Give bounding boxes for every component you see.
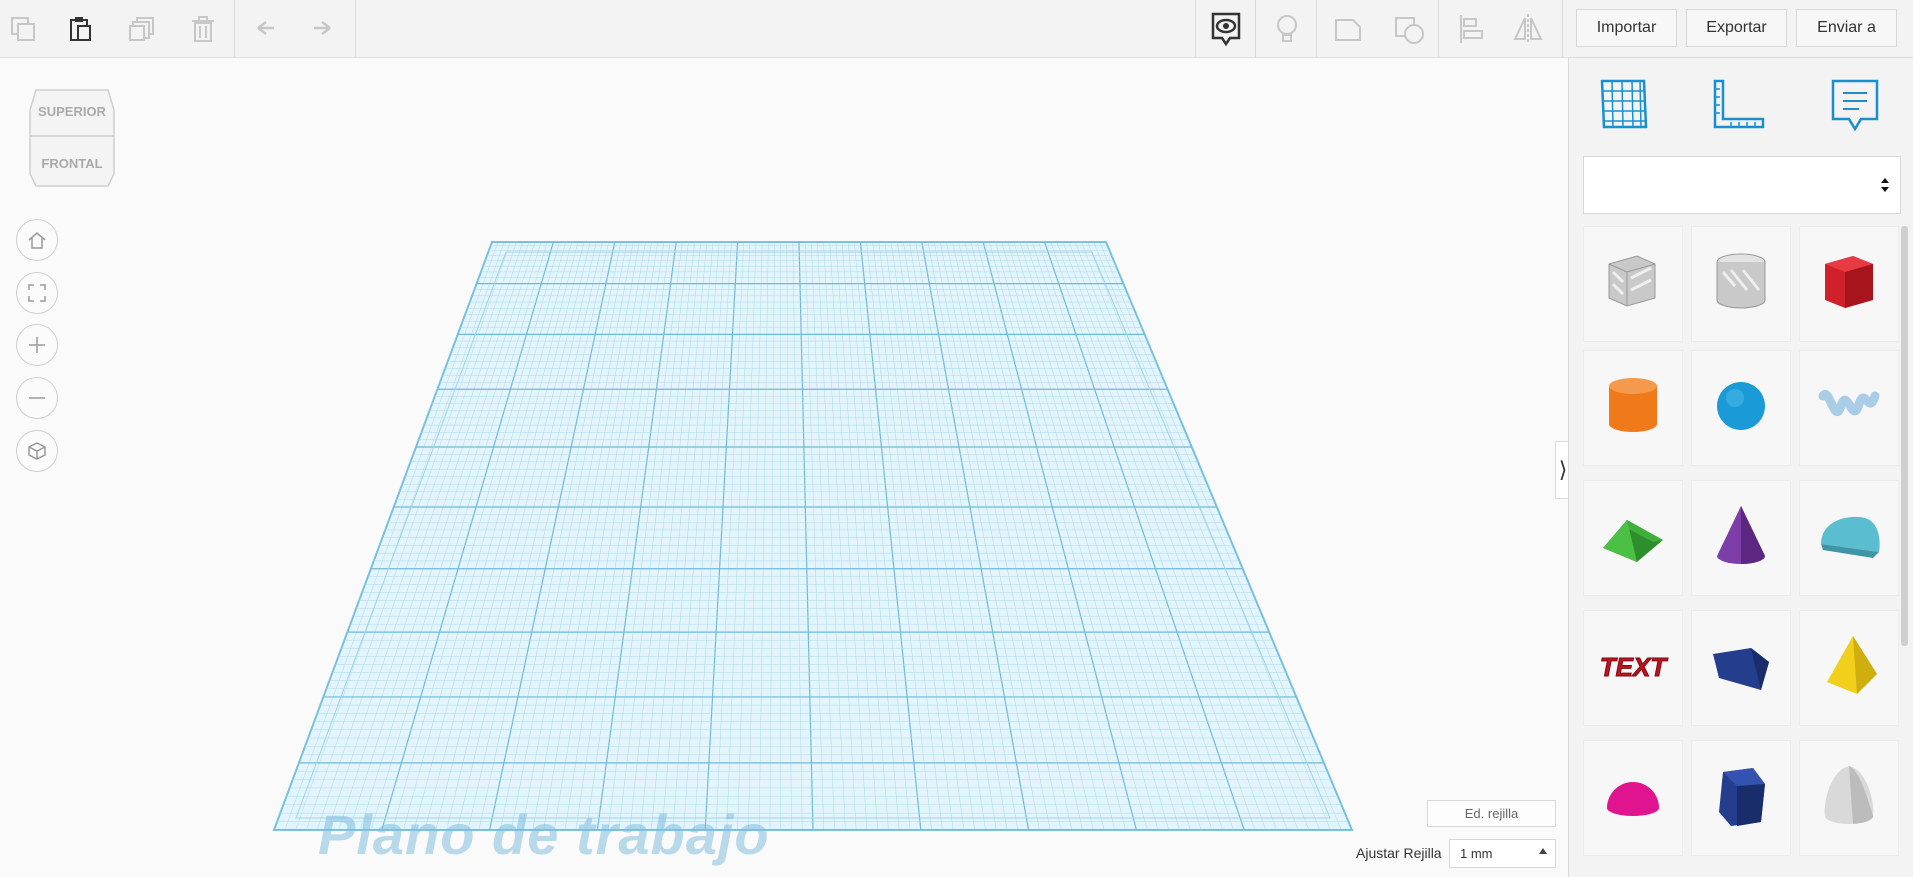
perspective-button[interactable] — [16, 430, 58, 472]
group-icon[interactable] — [1328, 9, 1368, 49]
cylinder-icon — [1593, 366, 1673, 451]
grid-plane-icon — [1600, 79, 1648, 129]
zoom-in-button[interactable] — [16, 324, 58, 366]
box-hole-icon — [1593, 242, 1673, 327]
pyramid-icon — [1809, 626, 1889, 711]
view-cube-top-label[interactable]: SUPERIOR — [28, 104, 116, 119]
align-icon[interactable] — [1450, 9, 1490, 49]
shape-cylinder[interactable] — [1583, 350, 1683, 466]
shape-sphere[interactable] — [1691, 350, 1791, 466]
ruler-icon — [1713, 79, 1765, 129]
paste-icon[interactable] — [61, 9, 101, 49]
shape-text[interactable]: TEXT — [1583, 610, 1683, 726]
panel-scrollbar[interactable] — [1901, 226, 1908, 646]
app-window: Importar Exportar Enviar a Plano de trab… — [0, 0, 1913, 877]
shape-library-select[interactable] — [1583, 156, 1901, 214]
workplane-grid[interactable] — [0, 58, 1568, 877]
snap-grid-label: Ajustar Rejilla — [1356, 845, 1442, 861]
ruler-tool-button[interactable] — [1710, 76, 1768, 134]
shape-cylinder-hole[interactable] — [1691, 226, 1791, 342]
shape-roof[interactable] — [1583, 480, 1683, 596]
zoom-out-button[interactable] — [16, 377, 58, 419]
cone-icon — [1701, 496, 1781, 581]
chevron-right-icon: ⟩ — [1558, 457, 1568, 482]
plus-icon — [29, 337, 45, 353]
shapes-panel: TEXT — [1568, 58, 1913, 877]
shape-half-sphere[interactable] — [1583, 740, 1683, 856]
undo-icon[interactable] — [245, 9, 285, 49]
notes-visibility-icon[interactable] — [1206, 9, 1246, 49]
home-icon — [28, 232, 46, 249]
import-button[interactable]: Importar — [1576, 9, 1677, 47]
workplane-tool-button[interactable] — [1595, 76, 1653, 134]
roof-icon — [1593, 496, 1673, 581]
cylinder-hole-icon — [1701, 242, 1781, 327]
paraboloid-icon — [1809, 756, 1889, 841]
redo-icon[interactable] — [303, 9, 343, 49]
shape-pyramid[interactable] — [1799, 610, 1899, 726]
view-cube-front-label[interactable]: FRONTAL — [28, 156, 116, 171]
box-icon — [1809, 242, 1889, 327]
workplane-viewport[interactable]: Plano de trabajo — [0, 58, 1568, 877]
fit-view-button[interactable] — [16, 272, 58, 314]
send-to-button[interactable]: Enviar a — [1796, 9, 1897, 47]
duplicate-icon[interactable] — [122, 9, 162, 49]
shape-box-hole[interactable] — [1583, 226, 1683, 342]
shape-paraboloid[interactable] — [1799, 740, 1899, 856]
svg-text:TEXT: TEXT — [1600, 652, 1669, 682]
top-toolbar: Importar Exportar Enviar a — [0, 0, 1913, 58]
scribble-icon — [1809, 366, 1889, 451]
note-icon — [1831, 79, 1879, 132]
half-sphere-icon — [1593, 756, 1673, 841]
shape-wedge[interactable] — [1691, 610, 1791, 726]
copy-icon[interactable] — [3, 9, 43, 49]
workplane-label: Plano de trabajo — [318, 803, 770, 866]
cube-icon — [28, 442, 46, 460]
trash-icon[interactable] — [183, 9, 223, 49]
fit-icon — [28, 284, 46, 302]
ungroup-icon[interactable] — [1389, 9, 1429, 49]
snap-grid-value: 1 mm — [1460, 846, 1493, 861]
view-cube[interactable]: SUPERIOR FRONTAL — [28, 88, 116, 188]
shape-round-roof[interactable] — [1799, 480, 1899, 596]
snap-grid-select[interactable]: 1 mm — [1449, 839, 1556, 868]
shape-cone[interactable] — [1691, 480, 1791, 596]
polygon-icon — [1701, 756, 1781, 841]
round-roof-icon — [1809, 496, 1889, 581]
shape-polygon[interactable] — [1691, 740, 1791, 856]
sphere-icon — [1701, 366, 1781, 451]
lightbulb-icon[interactable] — [1267, 9, 1307, 49]
edit-grid-button[interactable]: Ed. rejilla — [1427, 800, 1556, 827]
minus-icon — [29, 397, 45, 399]
text-icon: TEXT — [1593, 626, 1673, 711]
shape-scribble[interactable] — [1799, 350, 1899, 466]
shape-box[interactable] — [1799, 226, 1899, 342]
mirror-icon[interactable] — [1508, 9, 1548, 49]
wedge-icon — [1701, 626, 1781, 711]
export-button[interactable]: Exportar — [1686, 9, 1787, 47]
caret-up-icon — [1539, 848, 1547, 854]
notes-tool-button[interactable] — [1826, 76, 1884, 134]
select-arrows-icon — [1881, 178, 1889, 192]
home-view-button[interactable] — [16, 219, 58, 261]
